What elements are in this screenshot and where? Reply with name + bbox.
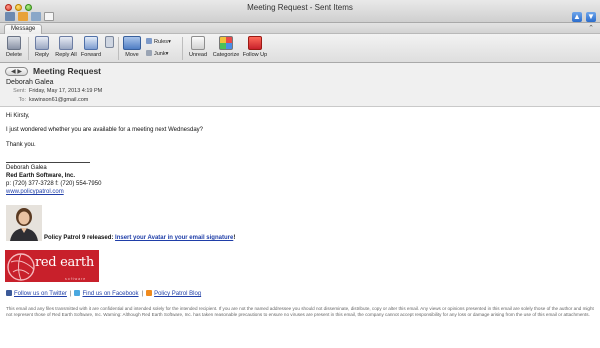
rules-label: Rules [154, 39, 169, 45]
junk-icon [146, 50, 152, 56]
promo-prefix: Policy Patrol 9 released: [44, 235, 116, 241]
reply-icon [35, 36, 49, 50]
facebook-icon [6, 290, 12, 296]
promo-suffix: ! [233, 235, 236, 241]
logo-text: red earth [35, 255, 94, 270]
reply-all-label: Reply All [55, 52, 77, 58]
attachment-button[interactable] [103, 36, 115, 50]
sent-value: Friday, May 17, 2013 4:19 PM [29, 88, 103, 94]
promo-line: Policy Patrol 9 released: Insert your Av… [44, 234, 235, 242]
facebook-link[interactable]: Find us on Facebook [82, 291, 138, 297]
blog-link[interactable]: Policy Patrol Blog [154, 291, 201, 297]
categorize-button[interactable]: Categorize [212, 36, 240, 58]
arrow-down-icon[interactable]: ▼ [586, 12, 596, 22]
follow-up-button[interactable]: Follow Up [242, 36, 268, 58]
to-label: To: [18, 97, 26, 103]
message-from[interactable]: Deborah Galea [6, 79, 53, 86]
categorize-label: Categorize [212, 52, 240, 58]
message-nav-arrows[interactable]: ◀ ▶ [5, 67, 28, 76]
rss-icon [146, 290, 153, 296]
move-button[interactable]: Move [121, 36, 143, 58]
paperclip-icon [104, 36, 114, 48]
to-value[interactable]: kswinson61@gmail.com [29, 97, 88, 103]
sent-label: Sent: [13, 88, 26, 94]
unread-button[interactable]: Unread [186, 36, 210, 58]
twitter-icon [74, 290, 81, 296]
chevron-down-icon: ▾ [168, 39, 171, 45]
tab-message[interactable]: Message [4, 24, 43, 34]
forward-button[interactable]: Forward [80, 36, 102, 58]
window-title: Meeting Request - Sent Items [247, 3, 353, 12]
unread-label: Unread [188, 52, 208, 58]
trash-icon [7, 36, 21, 50]
signature-phone: p: (720) 377-3728 f: (720) 554-7950 [6, 181, 102, 187]
categorize-icon [219, 36, 233, 50]
reply-all-button[interactable]: Reply All [54, 36, 78, 58]
window-titlebar: Meeting Request - Sent Items ▲ ▼ [0, 0, 600, 23]
logo-subtext: software [65, 277, 87, 281]
forward-icon [84, 36, 98, 50]
avatar [6, 205, 42, 241]
junk-label: Junk [154, 51, 166, 57]
reply-button[interactable]: Reply [31, 36, 53, 58]
message-header: ◀ ▶ Meeting Request Deborah Galea Sent: … [0, 63, 600, 107]
greeting-text: Hi Kirsty, [6, 113, 30, 119]
flag-icon [248, 36, 262, 50]
delete-label: Delete [6, 52, 22, 58]
signature-website-link[interactable]: www.policypatrol.com [6, 188, 64, 196]
ribbon-divider [118, 37, 119, 60]
follow-up-label: Follow Up [242, 52, 268, 58]
envelope-icon [191, 36, 205, 50]
signature-company: Red Earth Software, Inc. [6, 173, 76, 179]
quick-access-folder-icon[interactable] [18, 12, 28, 21]
ribbon-divider [28, 37, 29, 60]
quick-access-mail-icon[interactable] [5, 12, 15, 21]
twitter-link[interactable]: Follow us on Twitter [14, 291, 67, 297]
collapse-ribbon-icon[interactable]: ⌃ [588, 24, 594, 32]
ribbon-tabbar: Message ⌃ [0, 23, 600, 34]
closing-text: Thank you. [6, 142, 36, 148]
signature-divider [6, 162, 90, 163]
move-label: Move [125, 52, 139, 58]
forward-label: Forward [80, 52, 102, 58]
chevron-down-icon: ▾ [165, 51, 169, 57]
message-subject: Meeting Request [33, 66, 102, 76]
separator: | [69, 291, 72, 297]
arrow-up-icon[interactable]: ▲ [572, 12, 582, 22]
red-earth-logo[interactable]: red earth software [5, 250, 99, 282]
rules-menu[interactable]: Rules▾ [146, 38, 171, 45]
promo-link[interactable]: Insert your Avatar in your email signatu… [115, 235, 233, 241]
reply-label: Reply [34, 52, 50, 58]
reply-all-icon [59, 36, 73, 50]
social-links: Follow us on Twitter | Find us on Facebook… [6, 290, 201, 298]
delete-button[interactable]: Delete [3, 36, 25, 58]
folder-move-icon [123, 36, 141, 50]
separator: | [141, 291, 144, 297]
quick-access-document-icon[interactable] [44, 12, 54, 21]
message-text: I just wondered whether you are availabl… [6, 127, 204, 133]
signature-name: Deborah Galea [6, 165, 47, 171]
quick-access-print-icon[interactable] [31, 12, 41, 21]
email-disclaimer: This email and any files transmitted wit… [6, 306, 594, 317]
ribbon-divider [182, 37, 183, 60]
rules-icon [146, 38, 152, 44]
ribbon: Delete Reply Reply All Forward Move Rule… [0, 34, 600, 63]
junk-menu[interactable]: Junk▾ [146, 50, 168, 57]
